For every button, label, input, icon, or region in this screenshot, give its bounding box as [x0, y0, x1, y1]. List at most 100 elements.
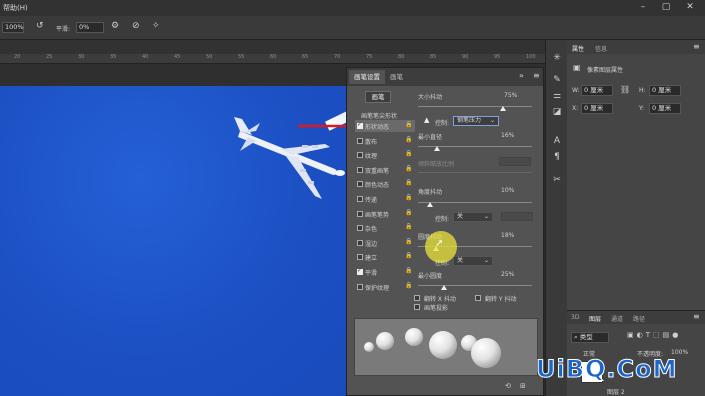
x-field[interactable]: 0 厘米 — [581, 103, 613, 114]
panel-menu-icon[interactable]: ≡ — [693, 42, 700, 51]
roundness-control-select[interactable]: 关 ⌄ — [453, 256, 493, 266]
link-icon[interactable]: ⛓ — [620, 85, 630, 94]
layer-name[interactable]: 图层 2 — [607, 387, 625, 396]
angle-control-select[interactable]: 关 ⌄ — [453, 212, 493, 222]
roundness-jitter-value[interactable]: 18% — [501, 232, 514, 239]
menu-help[interactable]: 帮助(H) — [3, 3, 28, 13]
lock-icon[interactable]: 🔒 — [405, 136, 412, 143]
brush-icon[interactable]: ✎ — [550, 74, 564, 86]
maximize-icon[interactable]: ▢ — [660, 2, 672, 13]
brushes-button[interactable]: 画笔 — [365, 91, 391, 103]
brush-option-item[interactable]: 画笔笔势 🔒 — [355, 208, 415, 220]
lock-icon[interactable]: 🔒 — [405, 179, 412, 186]
lock-icon[interactable]: 🔒 — [405, 238, 412, 245]
brush-option-item[interactable]: 保护纹理 🔒 — [355, 281, 415, 293]
lock-icon[interactable]: 🔒 — [405, 194, 412, 201]
panel-menu-icon[interactable]: ≡ — [533, 71, 540, 80]
brush-option-checkbox[interactable] — [357, 137, 363, 144]
min-roundness-slider[interactable] — [418, 285, 532, 286]
tab-3d[interactable]: 3D — [571, 314, 579, 321]
smooth-field[interactable]: 0% — [76, 22, 104, 33]
lock-icon[interactable]: 🔒 — [405, 267, 412, 274]
min-diameter-value[interactable]: 16% — [501, 132, 514, 139]
filter-icons[interactable]: ▣◐T⬚▤● — [627, 331, 681, 339]
close-icon[interactable]: ✕ — [684, 2, 696, 13]
pressure-angle-icon[interactable]: ⊘ — [132, 21, 140, 31]
h-field[interactable]: 0 厘米 — [649, 85, 681, 96]
w-field[interactable]: 0 厘米 — [581, 85, 613, 96]
brush-option-item[interactable]: 传递 🔒 — [355, 193, 415, 205]
brush-option-checkbox[interactable] — [357, 254, 363, 261]
lock-icon[interactable]: 🔒 — [405, 150, 412, 157]
size-jitter-value[interactable]: 75% — [504, 92, 517, 99]
brush-tip-shape[interactable]: 画笔笔尖形状 — [361, 111, 397, 120]
lock-icon[interactable]: 🔒 — [405, 282, 412, 289]
layer-comp-icon[interactable]: ◪ — [550, 106, 564, 118]
tab-layers[interactable]: 图层 — [589, 314, 601, 323]
angle-jitter-knob[interactable] — [427, 202, 433, 207]
brush-option-checkbox[interactable] — [357, 196, 363, 202]
brush-option-item[interactable]: 散布 🔒 — [355, 135, 415, 147]
lock-icon[interactable]: 🔒 — [405, 121, 412, 128]
brush-option-item[interactable]: 纹理 🔒 — [355, 149, 415, 161]
brush-option-item[interactable]: 颜色动态 🔒 — [355, 178, 415, 190]
tab-properties[interactable]: 属性 — [572, 44, 584, 53]
ruler-tick-label: 70 — [334, 54, 341, 60]
min-roundness-knob[interactable] — [441, 285, 447, 290]
min-diameter-knob[interactable] — [434, 146, 440, 151]
tab-paths[interactable]: 路径 — [633, 314, 645, 323]
angle-jitter-slider[interactable] — [418, 202, 532, 203]
brush-option-checkbox[interactable] — [357, 239, 363, 246]
angle-jitter-value[interactable]: 10% — [501, 187, 514, 194]
airbrush-icon[interactable]: ↺ — [36, 21, 44, 31]
flip-x-checkbox[interactable] — [414, 295, 420, 301]
tab-brushes[interactable]: 画笔 — [385, 70, 408, 84]
minimize-icon[interactable]: – — [637, 2, 649, 13]
lock-icon[interactable]: 🔒 — [405, 165, 412, 172]
y-field[interactable]: 0 厘米 — [649, 103, 681, 114]
ruler-tick-label: 60 — [270, 54, 277, 60]
chevron-down-icon: ⌄ — [483, 257, 489, 264]
brush-option-item[interactable]: 双重画笔 🔒 — [355, 164, 415, 176]
gear-icon[interactable]: ⚙ — [111, 21, 119, 31]
size-field[interactable]: 100% — [2, 22, 24, 33]
brush-option-checkbox[interactable] — [357, 210, 363, 217]
ruler-tick-label: 25 — [46, 54, 53, 60]
layer-filter-select[interactable]: ⌕ 类型 — [571, 332, 609, 343]
size-control-select[interactable]: 钢笔压力 ⌄ — [453, 116, 499, 126]
brush-option-checkbox[interactable] — [357, 181, 363, 188]
tab-info[interactable]: 信息 — [595, 44, 607, 53]
lock-icon[interactable]: 🔒 — [405, 252, 412, 259]
brush-option-item[interactable]: 建立 🔒 — [355, 251, 415, 263]
brush-option-item[interactable]: 平滑 🔒 — [355, 266, 415, 278]
new-brush-icon[interactable]: ⊞ — [520, 382, 526, 390]
size-jitter-knob[interactable] — [500, 106, 506, 111]
brush-option-checkbox[interactable] — [357, 166, 363, 173]
panel-menu-icon[interactable]: ≡ — [693, 312, 700, 321]
character-icon[interactable]: A — [550, 135, 564, 147]
brush-option-item[interactable]: 杂色 🔒 — [355, 222, 415, 234]
size-jitter-slider[interactable] — [418, 106, 532, 107]
tab-brush-settings[interactable]: 画笔设置 — [349, 70, 385, 84]
create-brush-icon[interactable]: ⟲ — [505, 382, 511, 390]
brush-option-item[interactable]: 湿边 🔒 — [355, 237, 415, 249]
flip-y-checkbox[interactable] — [475, 295, 481, 301]
asterisk-icon[interactable]: ✳ — [550, 52, 564, 64]
brush-projection-checkbox[interactable] — [414, 304, 420, 310]
min-roundness-value[interactable]: 25% — [501, 271, 514, 278]
brush-option-checkbox[interactable] — [357, 225, 363, 232]
brush-option-checkbox[interactable] — [357, 152, 363, 159]
tilt-scale-slider — [418, 172, 532, 173]
lock-icon[interactable]: 🔒 — [405, 223, 412, 230]
brush-option-checkbox[interactable] — [357, 267, 363, 275]
panel-collapse-icon[interactable]: » — [519, 71, 524, 80]
tab-channels[interactable]: 通道 — [611, 314, 623, 323]
brush-option-checkbox[interactable] — [357, 283, 363, 290]
paragraph-icon[interactable]: ¶ — [550, 151, 564, 163]
brush-option-item[interactable]: 形状动态 🔒 — [355, 120, 415, 132]
brush-option-checkbox[interactable] — [357, 121, 363, 129]
symmetry-icon[interactable]: ✧ — [152, 21, 160, 31]
tools-icon[interactable]: ✂ — [550, 174, 564, 186]
lock-icon[interactable]: 🔒 — [405, 209, 412, 216]
adjust-icon[interactable]: ⚌ — [550, 90, 564, 102]
